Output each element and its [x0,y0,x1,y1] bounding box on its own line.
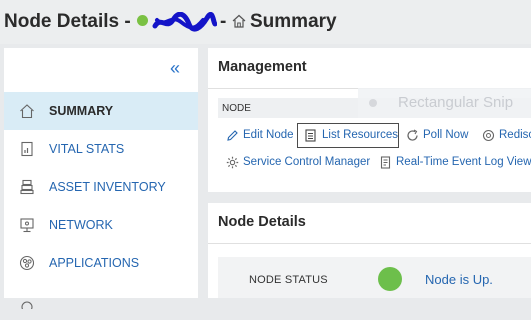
sidebar-item-label: SUMMARY [49,104,114,118]
rediscover-icon [482,129,495,142]
service-control-manager-label: Service Control Manager [243,156,371,168]
home-icon [20,104,34,119]
service-control-manager-button[interactable]: Service Control Manager [226,153,376,173]
event-log-icon [380,156,391,169]
pencil-icon [227,130,238,141]
sidebar-item-vital-stats[interactable]: VITAL STATS [4,130,198,168]
event-log-viewer-button[interactable]: Real-Time Event Log Viewer [379,153,531,173]
node-status-indicator [137,15,148,26]
gear-icon [226,156,239,169]
poll-now-label: Poll Now [423,129,469,141]
list-icon [305,129,316,142]
page-header: Node Details - - Summary [0,0,531,44]
node-details-panel: Node Details NODE STATUS Node is Up. [208,203,531,298]
breadcrumb-current: Summary [250,11,337,32]
panel-divider [208,243,531,244]
asset-inventory-icon [20,179,34,195]
node-section-label: NODE [222,103,251,114]
event-log-viewer-label: Real-Time Event Log Viewer [396,156,531,168]
node-up-status-icon [378,267,402,291]
page-title: Node Details - [4,11,131,32]
sidebar-item-applications[interactable]: APPLICATIONS [4,244,198,282]
poll-now-button[interactable]: Poll Now [406,126,474,146]
applications-icon [19,255,35,271]
snip-record-icon [369,99,377,107]
stats-document-icon [21,141,33,157]
edit-node-label: Edit Node [243,129,294,141]
snip-overlay-text: Rectangular Snip [398,94,514,111]
rediscover-label: Redisc [499,129,531,141]
refresh-icon [407,129,418,141]
sidebar-item-more[interactable] [4,282,198,320]
node-details-title: Node Details [218,214,306,230]
more-item-icon [21,301,33,309]
sidebar-item-network[interactable]: NETWORK [4,206,198,244]
node-status-label: NODE STATUS [249,274,328,286]
sidebar-item-label: ASSET INVENTORY [49,180,166,194]
list-resources-label: List Resources [322,129,399,141]
snipping-tool-overlay: Rectangular Snip [358,88,531,118]
breadcrumb-separator: - [220,11,227,32]
collapse-sidebar-icon[interactable]: « [170,59,186,77]
network-monitor-icon [20,218,34,233]
node-status-value[interactable]: Node is Up. [425,272,493,287]
node-status-row: NODE STATUS Node is Up. [218,257,531,298]
home-icon[interactable] [232,14,246,28]
management-title: Management [218,59,307,75]
sidebar-item-summary[interactable]: SUMMARY [4,92,198,130]
rediscover-button[interactable]: Redisc [482,126,531,146]
sidebar: « SUMMARY VITAL STATS ASSET INVENTORY NE… [4,48,198,309]
list-resources-button[interactable]: List Resources [297,123,399,148]
sidebar-item-label: VITAL STATS [49,142,125,156]
sidebar-item-label: NETWORK [49,218,113,232]
edit-node-button[interactable]: Edit Node [226,126,296,146]
sidebar-item-label: APPLICATIONS [49,256,140,270]
management-panel: Management NODE Rectangular Snip Edit No… [208,48,531,192]
sidebar-item-asset-inventory[interactable]: ASSET INVENTORY [4,168,198,206]
redacted-node-name [152,12,217,32]
